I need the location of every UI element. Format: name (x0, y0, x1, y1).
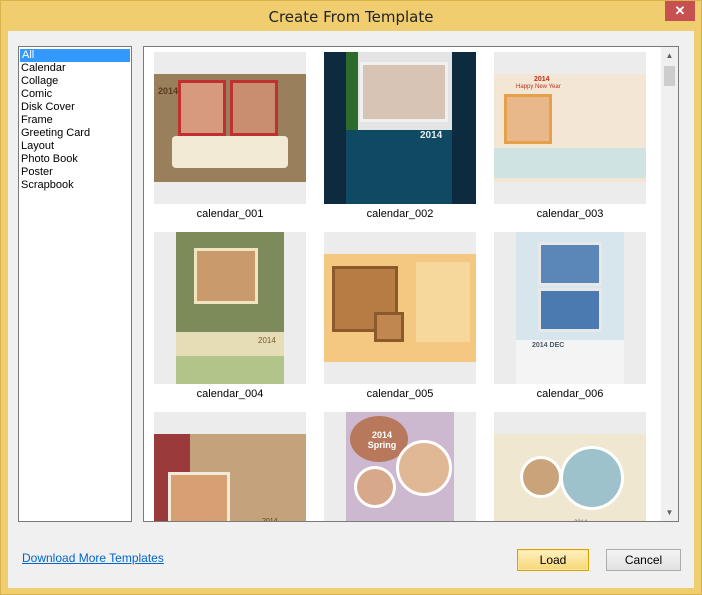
title-bar[interactable]: Create From Template ✕ (1, 1, 701, 31)
category-item-greeting-card[interactable]: Greeting Card (19, 127, 131, 140)
dialog-content: All Calendar Collage Comic Disk Cover Fr… (8, 31, 694, 588)
thumbnail-banner: Happy New Year (516, 84, 561, 90)
scroll-up-icon[interactable]: ▲ (661, 47, 678, 64)
category-item-comic[interactable]: Comic (19, 88, 131, 101)
template-thumbnail[interactable]: 2014 (494, 412, 646, 521)
category-list[interactable]: All Calendar Collage Comic Disk Cover Fr… (18, 46, 132, 522)
template-thumbnail[interactable]: 2014 Happy New Year (494, 52, 646, 204)
thumbnail-year: 2014 DEC (532, 342, 565, 349)
thumbnail-year: 2014 (262, 518, 278, 522)
template-thumbnail[interactable]: 2014 DEC (494, 232, 646, 384)
close-icon: ✕ (674, 3, 686, 18)
template-thumbnail[interactable] (324, 232, 476, 384)
download-more-templates-link[interactable]: Download More Templates (22, 551, 164, 565)
category-item-photo-book[interactable]: Photo Book (19, 153, 131, 166)
thumbnail-year: 2014 (258, 336, 276, 345)
thumbnail-year: 2014 Spring (367, 430, 397, 450)
template-thumbnail[interactable]: 2014 (324, 52, 476, 204)
template-gallery[interactable]: 2014 calendar_001 2014 calendar_002 2014… (143, 46, 679, 522)
category-item-collage[interactable]: Collage (19, 75, 131, 88)
category-item-poster[interactable]: Poster (19, 166, 131, 179)
thumbnail-year: 2014 (420, 130, 443, 141)
scroll-down-icon[interactable]: ▼ (661, 504, 678, 521)
thumbnail-year: 2014 (574, 520, 587, 521)
cancel-button[interactable]: Cancel (606, 549, 681, 571)
template-caption: calendar_004 (196, 388, 264, 400)
template-caption: calendar_001 (196, 208, 264, 220)
category-item-calendar[interactable]: Calendar (19, 62, 131, 75)
close-button[interactable]: ✕ (665, 1, 695, 21)
scrollbar-thumb[interactable] (664, 66, 675, 86)
category-item-layout[interactable]: Layout (19, 140, 131, 153)
vertical-scrollbar[interactable]: ▲ ▼ (661, 47, 678, 521)
category-item-scrapbook[interactable]: Scrapbook (19, 179, 131, 192)
template-thumbnail[interactable]: 2014 (154, 412, 306, 522)
template-thumbnail[interactable]: 2014 (154, 232, 306, 384)
category-item-all[interactable]: All (20, 49, 130, 62)
template-thumbnail[interactable]: 2014 Spring (324, 412, 476, 521)
window-title: Create From Template (268, 8, 434, 26)
category-item-disk-cover[interactable]: Disk Cover (19, 101, 131, 114)
template-thumbnail[interactable]: 2014 (154, 52, 306, 204)
thumbnail-year: 2014 (158, 86, 179, 96)
dialog-window: Create From Template ✕ All Calendar Coll… (0, 0, 702, 595)
category-item-frame[interactable]: Frame (19, 114, 131, 127)
template-caption: calendar_005 (366, 388, 434, 400)
template-caption: calendar_006 (536, 388, 604, 400)
template-caption: calendar_003 (536, 208, 604, 220)
thumbnail-year: 2014 (534, 76, 550, 83)
load-button[interactable]: Load (517, 549, 589, 571)
template-caption: calendar_002 (366, 208, 434, 220)
